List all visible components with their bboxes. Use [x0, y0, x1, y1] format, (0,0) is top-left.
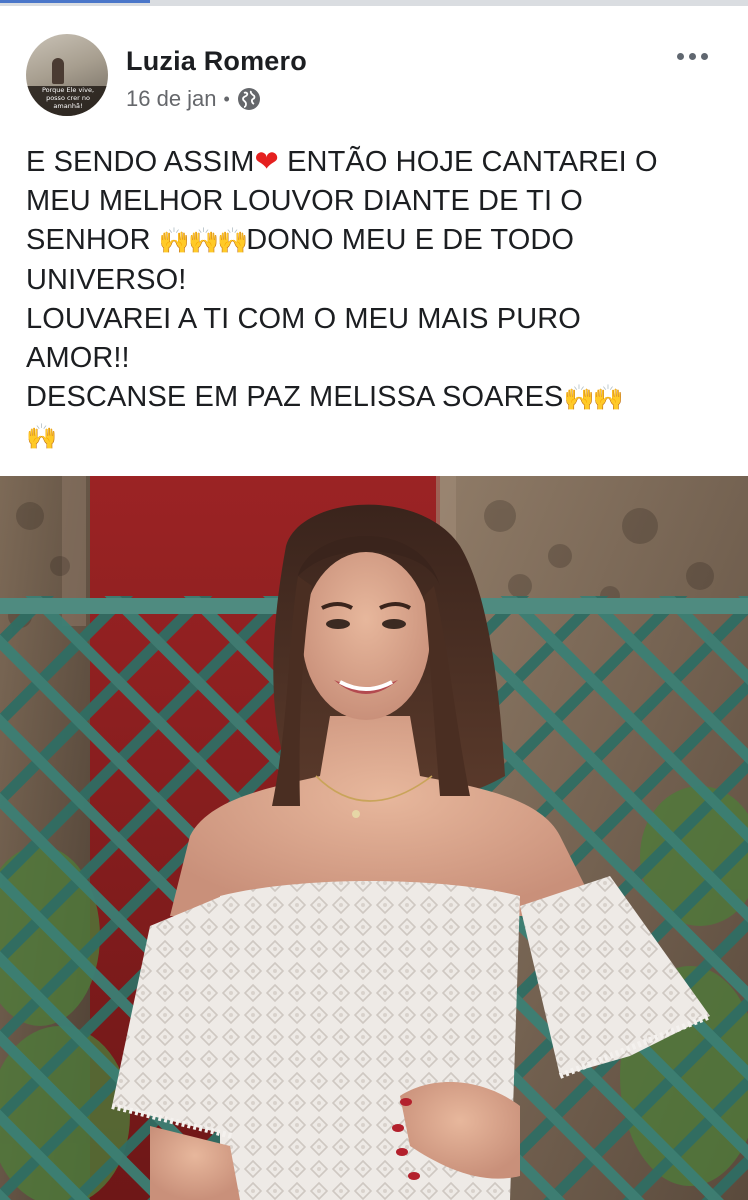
post-meta: 16 de jan •	[126, 86, 261, 112]
post-message: E SENDO ASSIM❤ ENTÃO HOJE CANTAREI O MEU…	[26, 143, 726, 457]
post-date[interactable]: 16 de jan	[126, 86, 217, 112]
avatar-figure	[52, 58, 64, 84]
photo-illustration	[0, 476, 748, 1200]
avatar-caption: Porque Ele vive, posso crer no amanhã!	[41, 86, 95, 110]
globe-icon[interactable]	[237, 87, 261, 111]
meta-separator: •	[223, 88, 230, 109]
raising-hands-emoji: 🙌	[26, 422, 57, 452]
message-text: DONO MEU E DE TODO	[246, 224, 575, 257]
post-message-line: MEU MELHOR LOUVOR DIANTE DE TI O	[26, 185, 583, 218]
post-photo[interactable]	[0, 476, 748, 1200]
raising-hands-emoji: 🙌🙌	[563, 383, 624, 413]
post-message-line: E SENDO ASSIM❤ ENTÃO HOJE CANTAREI O	[26, 143, 726, 182]
message-text: SENHOR	[26, 224, 159, 257]
post-message-line: SENHOR 🙌🙌🙌DONO MEU E DE TODO	[26, 221, 726, 260]
post-message-line: 🙌	[26, 417, 726, 456]
post-message-line: LOUVAREI A TI COM O MEU MAIS PURO	[26, 302, 581, 335]
message-text: E SENDO ASSIM	[26, 146, 255, 178]
facebook-post-screen: Porque Ele vive, posso crer no amanhã! L…	[0, 0, 748, 1200]
post-message-line: AMOR!!	[26, 342, 130, 375]
more-options-button[interactable]	[670, 40, 714, 72]
post-message-line: UNIVERSO!	[26, 263, 187, 296]
post-header: Porque Ele vive, posso crer no amanhã! L…	[0, 6, 748, 130]
heart-emoji: ❤	[254, 144, 279, 178]
author-name[interactable]: Luzia Romero	[126, 46, 307, 77]
post-message-line: DESCANSE EM PAZ MELISSA SOARES🙌🙌	[26, 378, 726, 417]
more-dot	[700, 52, 708, 60]
message-text: ENTÃO HOJE CANTAREI O	[278, 146, 658, 178]
message-text: DESCANSE EM PAZ MELISSA SOARES	[26, 381, 564, 414]
author-avatar[interactable]: Porque Ele vive, posso crer no amanhã!	[26, 34, 108, 116]
more-dot	[676, 52, 684, 60]
top-scroll-indicator	[0, 0, 150, 3]
more-dot	[688, 52, 696, 60]
raising-hands-emoji: 🙌🙌🙌	[158, 226, 248, 256]
